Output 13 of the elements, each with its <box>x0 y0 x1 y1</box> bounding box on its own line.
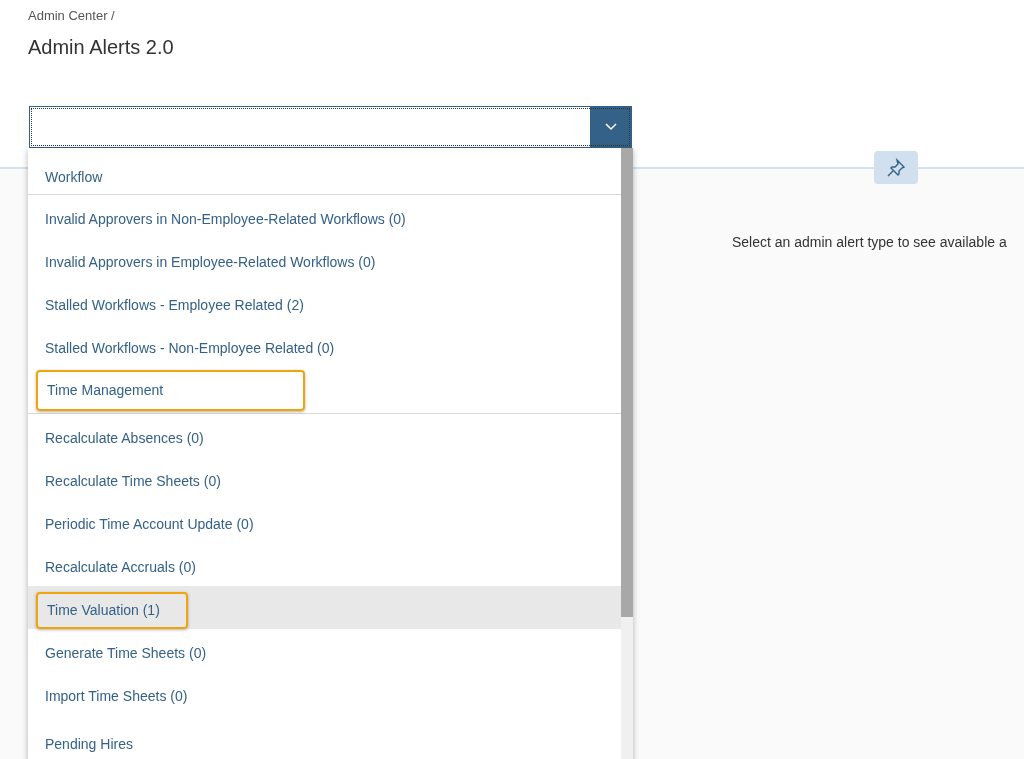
pin-icon <box>886 157 906 178</box>
dropdown-toggle[interactable] <box>590 107 631 147</box>
pin-button[interactable] <box>874 151 918 184</box>
alert-type-option[interactable]: Time Valuation (1) <box>28 586 621 629</box>
group-header: Time Management <box>36 370 306 411</box>
group-header: Workflow <box>45 168 103 187</box>
breadcrumb-link[interactable]: Admin Center / <box>28 6 115 26</box>
alert-type-combobox[interactable] <box>29 106 632 148</box>
empty-state-message: Select an admin alert type to see available a <box>732 233 1007 252</box>
group-header: Pending Hires <box>45 735 133 754</box>
chevron-down-icon <box>604 123 617 131</box>
page-title: Admin Alerts 2.0 <box>28 34 174 60</box>
scrollbar[interactable] <box>621 148 633 759</box>
